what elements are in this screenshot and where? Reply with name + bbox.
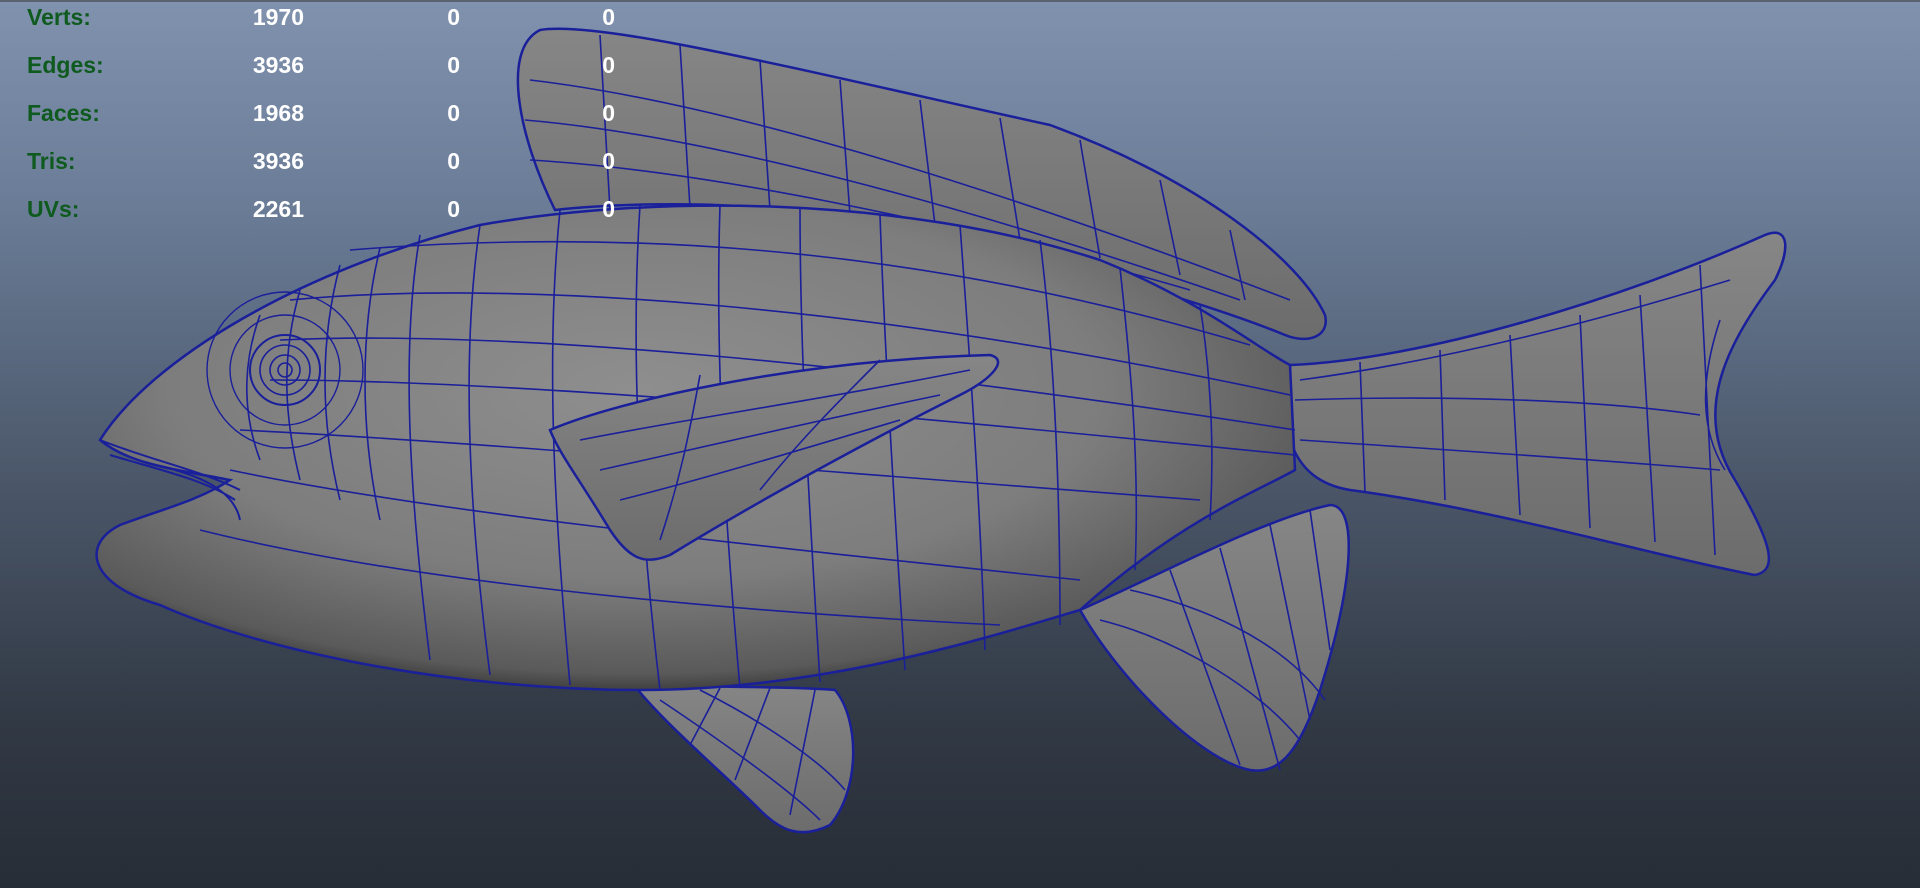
hud-label: Faces: [27,100,100,126]
hud-row-faces: Faces: 1968 0 0 [0,100,660,130]
hud-value: 3936 [252,148,304,174]
tail-fin [1288,231,1787,577]
hud-label: Verts: [27,4,91,30]
hud-label: UVs: [27,196,80,222]
hud-value: 0 [447,148,460,174]
hud-row-edges: Edges: 3936 0 0 [0,52,660,82]
hud-value: 1970 [252,4,304,30]
hud-row-tris: Tris: 3936 0 0 [0,148,660,178]
hud-value: 0 [602,100,615,126]
hud-value: 0 [447,52,460,78]
hud-value: 2261 [252,196,304,222]
hud-value: 0 [447,196,460,222]
hud-value: 3936 [252,52,304,78]
hud-label: Edges: [27,52,104,78]
hud-value: 0 [447,100,460,126]
hud-value: 1968 [252,100,304,126]
hud-value: 0 [602,148,615,174]
hud-value: 0 [447,4,460,30]
pelvic-fin [627,678,855,834]
hud-row-uvs: UVs: 2261 0 0 [0,196,660,226]
poly-count-hud: Verts: 1970 0 0 Edges: 3936 0 0 Faces: 1… [0,0,660,230]
3d-viewport[interactable]: Verts: 1970 0 0 Edges: 3936 0 0 Faces: 1… [0,0,1920,888]
hud-value: 0 [602,196,615,222]
hud-value: 0 [602,52,615,78]
hud-value: 0 [602,4,615,30]
hud-row-verts: Verts: 1970 0 0 [0,4,660,34]
hud-label: Tris: [27,148,76,174]
